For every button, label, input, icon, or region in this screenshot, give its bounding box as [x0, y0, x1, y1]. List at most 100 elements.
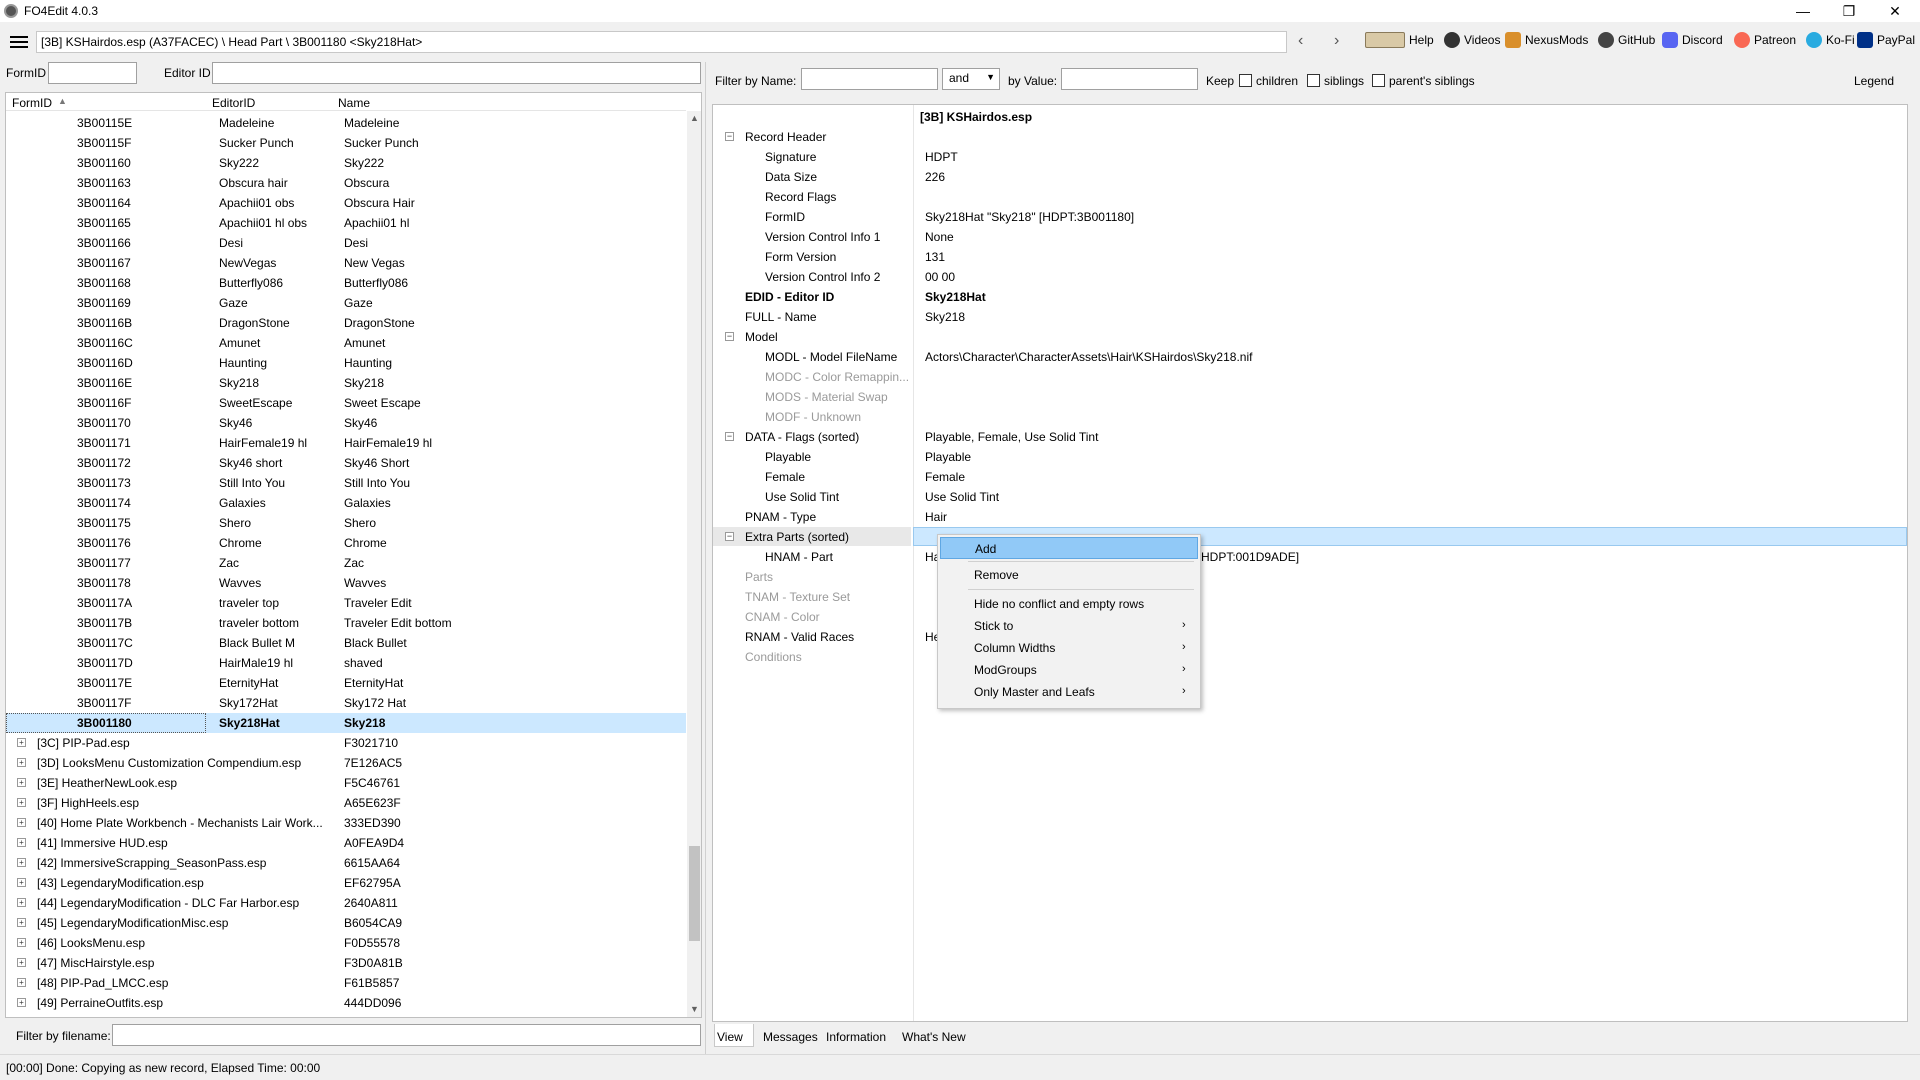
plugin-row[interactable]: + [46] LooksMenu.esp F0D55578: [6, 933, 686, 953]
table-row[interactable]: 3B001180 Sky218Hat Sky218: [6, 713, 686, 733]
record-row[interactable]: − Extra Parts (sorted): [713, 527, 1907, 547]
plugin-row[interactable]: + [43] LegendaryModification.esp EF62795A: [6, 873, 686, 893]
formid-input[interactable]: [48, 62, 137, 84]
collapse-icon[interactable]: −: [725, 432, 734, 441]
table-row[interactable]: 3B001166 Desi Desi: [6, 233, 686, 253]
table-row[interactable]: 3B001171 HairFemale19 hl HairFemale19 hl: [6, 433, 686, 453]
table-row[interactable]: 3B001163 Obscura hair Obscura: [6, 173, 686, 193]
plugin-row[interactable]: + [41] Immersive HUD.esp A0FEA9D4: [6, 833, 686, 853]
menu-item-only-master-leafs[interactable]: Only Master and Leafs ›: [940, 681, 1198, 703]
filter-value-input[interactable]: [1061, 68, 1198, 90]
table-row[interactable]: 3B001168 Butterfly086 Butterfly086: [6, 273, 686, 293]
record-row[interactable]: FormID Sky218Hat "Sky218" [HDPT:3B001180]: [713, 207, 1907, 227]
expand-icon[interactable]: +: [17, 958, 26, 967]
record-row[interactable]: Signature HDPT: [713, 147, 1907, 167]
plugin-row[interactable]: + [47] MiscHairstyle.esp F3D0A81B: [6, 953, 686, 973]
expand-icon[interactable]: +: [17, 838, 26, 847]
table-row[interactable]: 3B00117E EternityHat EternityHat: [6, 673, 686, 693]
table-row[interactable]: 3B00115E Madeleine Madeleine: [6, 113, 686, 133]
record-row[interactable]: Data Size 226: [713, 167, 1907, 187]
collapse-icon[interactable]: −: [725, 332, 734, 341]
menu-item-remove[interactable]: Remove: [940, 564, 1198, 586]
menu-item-column-widths[interactable]: Column Widths ›: [940, 637, 1198, 659]
expand-icon[interactable]: +: [17, 878, 26, 887]
plugin-row[interactable]: + [48] PIP-Pad_LMCC.esp F61B5857: [6, 973, 686, 993]
record-row[interactable]: Parts: [713, 567, 1907, 587]
back-button[interactable]: ‹: [1298, 32, 1303, 50]
record-row[interactable]: Use Solid Tint Use Solid Tint: [713, 487, 1907, 507]
record-row[interactable]: EDID - Editor ID Sky218Hat: [713, 287, 1907, 307]
filter-name-input[interactable]: [801, 68, 938, 90]
plugin-row[interactable]: + [3F] HighHeels.esp A65E623F: [6, 793, 686, 813]
close-button[interactable]: ✕: [1872, 0, 1918, 22]
record-row[interactable]: − Model: [713, 327, 1907, 347]
record-row[interactable]: Form Version 131: [713, 247, 1907, 267]
plugin-row[interactable]: + [3C] PIP-Pad.esp F3021710: [6, 733, 686, 753]
tab-information[interactable]: Information: [824, 1028, 888, 1046]
table-row[interactable]: 3B00117F Sky172Hat Sky172 Hat: [6, 693, 686, 713]
expand-icon[interactable]: +: [17, 798, 26, 807]
filename-filter-input[interactable]: [112, 1024, 701, 1046]
tab-whats-new[interactable]: What's New: [900, 1028, 968, 1046]
table-row[interactable]: 3B00115F Sucker Punch Sucker Punch: [6, 133, 686, 153]
record-row[interactable]: Playable Playable: [713, 447, 1907, 467]
table-row[interactable]: 3B00117D HairMale19 hl shaved: [6, 653, 686, 673]
nexusmods-link[interactable]: NexusMods: [1505, 32, 1588, 48]
record-row[interactable]: TNAM - Texture Set: [713, 587, 1907, 607]
expand-icon[interactable]: +: [17, 738, 26, 747]
scroll-thumb[interactable]: [689, 846, 700, 941]
table-row[interactable]: 3B001173 Still Into You Still Into You: [6, 473, 686, 493]
record-path-field[interactable]: [3B] KSHairdos.esp (A37FACEC) \ Head Par…: [36, 31, 1287, 53]
record-row[interactable]: Version Control Info 1 None: [713, 227, 1907, 247]
collapse-icon[interactable]: −: [725, 132, 734, 141]
table-row[interactable]: 3B00116B DragonStone DragonStone: [6, 313, 686, 333]
table-row[interactable]: 3B001178 Wavves Wavves: [6, 573, 686, 593]
editorid-input[interactable]: [212, 62, 701, 84]
expand-icon[interactable]: +: [17, 818, 26, 827]
tab-messages[interactable]: Messages: [761, 1028, 820, 1046]
table-row[interactable]: 3B00116F SweetEscape Sweet Escape: [6, 393, 686, 413]
expand-icon[interactable]: +: [17, 758, 26, 767]
menu-item-hide-no-conflict[interactable]: Hide no conflict and empty rows: [940, 593, 1198, 615]
expand-icon[interactable]: +: [17, 778, 26, 787]
paypal-link[interactable]: PayPal: [1857, 32, 1915, 48]
plugin-row[interactable]: + [40] Home Plate Workbench - Mechanists …: [6, 813, 686, 833]
table-row[interactable]: 3B00117A traveler top Traveler Edit: [6, 593, 686, 613]
tree-scrollbar[interactable]: ▲ ▼: [687, 111, 701, 1017]
record-row[interactable]: MODS - Material Swap: [713, 387, 1907, 407]
minimize-button[interactable]: —: [1780, 0, 1826, 22]
table-row[interactable]: 3B001167 NewVegas New Vegas: [6, 253, 686, 273]
plugin-row[interactable]: + [45] LegendaryModificationMisc.esp B6054…: [6, 913, 686, 933]
table-row[interactable]: 3B001174 Galaxies Galaxies: [6, 493, 686, 513]
plugin-row[interactable]: + [42] ImmersiveScrapping_SeasonPass.esp 6…: [6, 853, 686, 873]
siblings-checkbox[interactable]: [1307, 74, 1320, 87]
table-row[interactable]: 3B001170 Sky46 Sky46: [6, 413, 686, 433]
record-row[interactable]: CNAM - Color: [713, 607, 1907, 627]
table-row[interactable]: 3B001177 Zac Zac: [6, 553, 686, 573]
expand-icon[interactable]: +: [17, 918, 26, 927]
patreon-link[interactable]: Patreon: [1734, 32, 1796, 48]
expand-icon[interactable]: +: [17, 978, 26, 987]
record-row[interactable]: MODL - Model FileName Actors\Character\Ch…: [713, 347, 1907, 367]
tab-view[interactable]: View: [714, 1024, 754, 1047]
scroll-down-icon[interactable]: ▼: [690, 1004, 699, 1014]
plugin-row[interactable]: + [44] LegendaryModification - DLC Far Ha…: [6, 893, 686, 913]
table-row[interactable]: 3B00116E Sky218 Sky218: [6, 373, 686, 393]
legend-button[interactable]: Legend: [1854, 74, 1894, 88]
table-row[interactable]: 3B001165 Apachii01 hl obs Apachii01 hl: [6, 213, 686, 233]
scroll-up-icon[interactable]: ▲: [690, 113, 699, 123]
panel-splitter[interactable]: [705, 62, 711, 1054]
record-row[interactable]: Version Control Info 2 00 00: [713, 267, 1907, 287]
expand-icon[interactable]: +: [17, 858, 26, 867]
videos-link[interactable]: Videos: [1444, 32, 1500, 48]
menu-icon[interactable]: [10, 36, 28, 48]
expand-icon[interactable]: +: [17, 938, 26, 947]
record-row[interactable]: HNAM - Part Ha HDPT:001D9ADE]: [713, 547, 1907, 567]
record-row[interactable]: FULL - Name Sky218: [713, 307, 1907, 327]
plugin-row[interactable]: + [3D] LooksMenu Customization Compendium…: [6, 753, 686, 773]
filter-operator-select[interactable]: and ▼: [942, 68, 1000, 90]
table-row[interactable]: 3B001169 Gaze Gaze: [6, 293, 686, 313]
record-row[interactable]: − DATA - Flags (sorted) Playable, Female, …: [713, 427, 1907, 447]
table-row[interactable]: 3B00116C Amunet Amunet: [6, 333, 686, 353]
col-formid[interactable]: FormID: [12, 96, 52, 110]
